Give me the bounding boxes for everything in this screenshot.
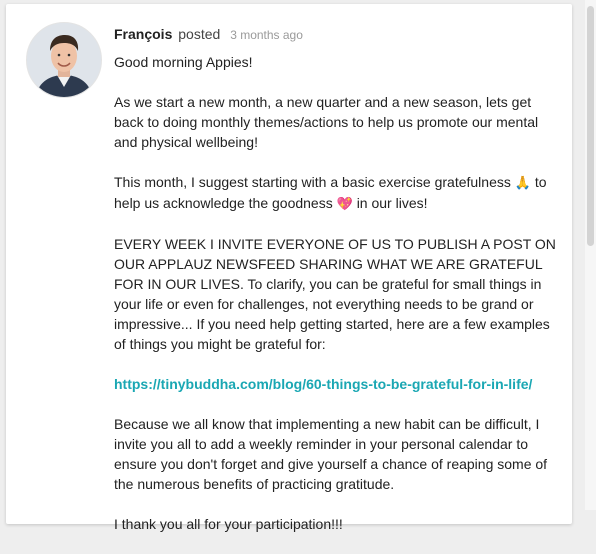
- paragraph-1: As we start a new month, a new quarter a…: [114, 94, 539, 150]
- paragraph-2-part-1: This month, I suggest starting with a ba…: [114, 174, 511, 190]
- post-content: François posted 3 months ago Good mornin…: [114, 24, 564, 554]
- paragraph-5: I thank you all for your participation!!…: [114, 516, 343, 532]
- avatar-photo: [27, 23, 101, 97]
- praying-hands-icon: 🙏: [514, 175, 531, 190]
- scrollbar-thumb[interactable]: [587, 6, 594, 246]
- post-action: posted: [178, 26, 221, 42]
- scrollbar[interactable]: [585, 0, 596, 510]
- link-paragraph: https://tinybuddha.com/blog/60-things-to…: [114, 374, 564, 394]
- post-timestamp: 3 months ago: [230, 28, 303, 42]
- heart-icon: 💖: [336, 196, 353, 211]
- post-card: François posted 3 months ago Good mornin…: [6, 4, 572, 532]
- post-header: François posted 3 months ago: [114, 24, 564, 44]
- greeting-text: Good morning Appies!: [114, 54, 253, 70]
- paragraph-2: This month, I suggest starting with a ba…: [114, 172, 564, 214]
- avatar[interactable]: [26, 22, 102, 98]
- article-link[interactable]: https://tinybuddha.com/blog/60-things-to…: [114, 376, 532, 392]
- author-name[interactable]: François: [114, 26, 172, 42]
- paragraph-4: Because we all know that implementing a …: [114, 416, 548, 492]
- paragraph-2-part-3: in our lives!: [356, 195, 428, 211]
- paragraph-3: EVERY WEEK I INVITE EVERYONE OF US TO PU…: [114, 236, 556, 352]
